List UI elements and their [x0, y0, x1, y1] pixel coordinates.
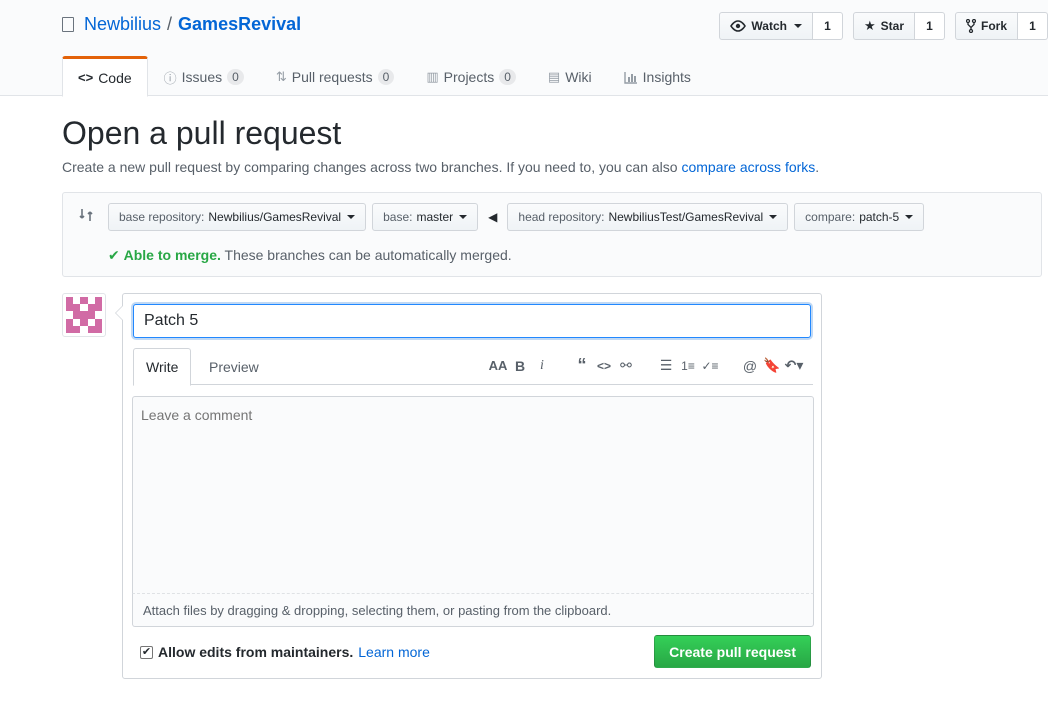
base-branch-value: master [416, 210, 454, 224]
head-repository-label: head repository: [518, 210, 605, 224]
book-icon: ▤ [547, 69, 561, 84]
merge-status: ✔ Able to merge. These branches can be a… [108, 247, 512, 264]
bold-icon[interactable]: B [509, 358, 531, 374]
tab-projects-label: Projects [443, 69, 495, 85]
link-icon[interactable]: ⚯ [615, 357, 637, 374]
base-branch-select[interactable]: base: master [372, 203, 479, 231]
star-group: ★ Star 1 [852, 12, 945, 40]
head-repository-select[interactable]: head repository: NewbiliusTest/GamesRevi… [507, 203, 789, 231]
markdown-toolbar: AA B i “ <> ⚯ ☰ 1≡ ✓≡ @ 🔖 ↶▾ [487, 355, 805, 376]
tab-wiki[interactable]: ▤ Wiki [532, 56, 608, 96]
reply-icon[interactable]: ↶▾ [783, 357, 805, 374]
compare-forks-link[interactable]: compare across forks [681, 159, 815, 175]
base-repository-label: base repository: [119, 210, 205, 224]
star-icon: ★ [863, 18, 876, 33]
base-branch-label: base: [383, 210, 413, 224]
pull-requests-counter: 0 [377, 69, 395, 85]
pr-title-input[interactable] [133, 304, 811, 338]
repo-name-link[interactable]: GamesRevival [178, 14, 301, 35]
chevron-down-icon [347, 215, 356, 219]
repo-title: Newbilius / GamesRevival [62, 14, 301, 35]
base-repository-select[interactable]: base repository: Newbilius/GamesRevival [108, 203, 367, 231]
page-title: Open a pull request [62, 115, 342, 151]
tab-wiki-label: Wiki [565, 69, 592, 85]
watch-label: Watch [751, 19, 787, 33]
learn-more-link[interactable]: Learn more [358, 644, 430, 660]
tab-code[interactable]: <> Code [62, 56, 148, 97]
repo-actions: Watch 1 ★ Star 1 Fork 1 [719, 12, 1048, 40]
chevron-down-icon [459, 215, 468, 219]
tab-preview[interactable]: Preview [197, 348, 271, 385]
range-editor: base repository: Newbilius/GamesRevival … [62, 192, 1042, 277]
comment-textarea[interactable] [132, 396, 814, 594]
tab-write[interactable]: Write [133, 348, 192, 386]
pull-request-form: Write Preview AA B i “ <> ⚯ ☰ 1≡ ✓≡ @ 🔖 … [115, 293, 822, 679]
italic-icon[interactable]: i [531, 358, 553, 374]
fork-label: Fork [980, 19, 1007, 33]
ordered-list-icon[interactable]: 1≡ [677, 359, 699, 373]
fork-icon [965, 19, 976, 33]
fork-group: Fork 1 [954, 12, 1048, 40]
compare-branch-select[interactable]: compare: patch-5 [794, 203, 925, 231]
base-repository-value: Newbilius/GamesRevival [208, 210, 342, 224]
issues-counter: 0 [227, 69, 244, 85]
repo-separator: / [167, 14, 173, 34]
watch-count[interactable]: 1 [812, 12, 843, 40]
repo-nav: <> Code ⓘ Issues 0 ⇅ Pull requests 0 ▥ P… [62, 56, 707, 97]
watch-group: Watch 1 [719, 12, 843, 40]
star-label: Star [880, 19, 904, 33]
tab-insights-label: Insights [642, 69, 691, 85]
attach-files-area[interactable]: Attach files by dragging & dropping, sel… [132, 594, 814, 627]
create-pull-request-button[interactable]: Create pull request [654, 635, 811, 668]
quote-icon[interactable]: “ [571, 355, 593, 376]
tab-issues-label: Issues [181, 69, 223, 85]
allow-edits-option: ✔ Allow edits from maintainers. Learn mo… [140, 644, 430, 660]
star-button[interactable]: ★ Star [852, 12, 915, 40]
chevron-down-icon [905, 215, 914, 219]
eye-icon [730, 20, 747, 32]
repo-icon [62, 17, 74, 32]
unordered-list-icon[interactable]: ☰ [655, 357, 677, 374]
tab-code-label: Code [98, 69, 132, 86]
code-icon: <> [78, 70, 94, 85]
repo-owner-link[interactable]: Newbilius [84, 14, 161, 35]
check-icon: ✔ [108, 247, 120, 263]
fork-count[interactable]: 1 [1018, 12, 1048, 40]
projects-counter: 0 [499, 69, 516, 85]
tab-projects[interactable]: ▥ Projects 0 [410, 56, 532, 96]
head-repository-value: NewbiliusTest/GamesRevival [608, 210, 764, 224]
pull-request-icon: ⇅ [275, 69, 287, 84]
merge-ok-label: Able to merge. [123, 247, 221, 263]
tab-issues[interactable]: ⓘ Issues 0 [148, 56, 260, 96]
merge-text: These branches can be automatically merg… [220, 247, 512, 263]
avatar[interactable] [62, 293, 106, 337]
code-icon[interactable]: <> [593, 359, 615, 373]
lead-end: . [815, 159, 820, 175]
compare-branch-label: compare: [805, 210, 856, 224]
chevron-down-icon [769, 215, 778, 219]
allow-edits-label: Allow edits from maintainers. [158, 644, 354, 660]
issue-icon: ⓘ [163, 70, 177, 86]
compare-branch-value: patch-5 [859, 210, 900, 224]
page-lead: Create a new pull request by comparing c… [62, 159, 819, 175]
git-compare-icon [79, 209, 93, 221]
graph-icon [623, 71, 637, 84]
star-count[interactable]: 1 [914, 12, 945, 40]
tab-pull-requests[interactable]: ⇅ Pull requests 0 [260, 56, 411, 96]
tab-pull-requests-label: Pull requests [291, 69, 373, 85]
allow-edits-checkbox[interactable]: ✔ [140, 645, 153, 659]
arrow-left-icon: ◀ [488, 210, 498, 224]
repo-header: Newbilius / GamesRevival Watch 1 ★ Star … [0, 0, 1048, 97]
bookmark-icon[interactable]: 🔖 [761, 357, 783, 374]
tab-insights[interactable]: Insights [608, 56, 707, 96]
watch-button[interactable]: Watch [719, 12, 813, 40]
header-icon[interactable]: AA [487, 358, 509, 373]
branch-selects: base repository: Newbilius/GamesRevival … [108, 203, 925, 231]
task-list-icon[interactable]: ✓≡ [699, 359, 721, 373]
mention-icon[interactable]: @ [739, 358, 761, 374]
fork-button[interactable]: Fork [954, 12, 1018, 40]
project-icon: ▥ [426, 69, 439, 84]
chevron-down-icon [793, 24, 802, 28]
lead-text: Create a new pull request by comparing c… [62, 159, 682, 175]
